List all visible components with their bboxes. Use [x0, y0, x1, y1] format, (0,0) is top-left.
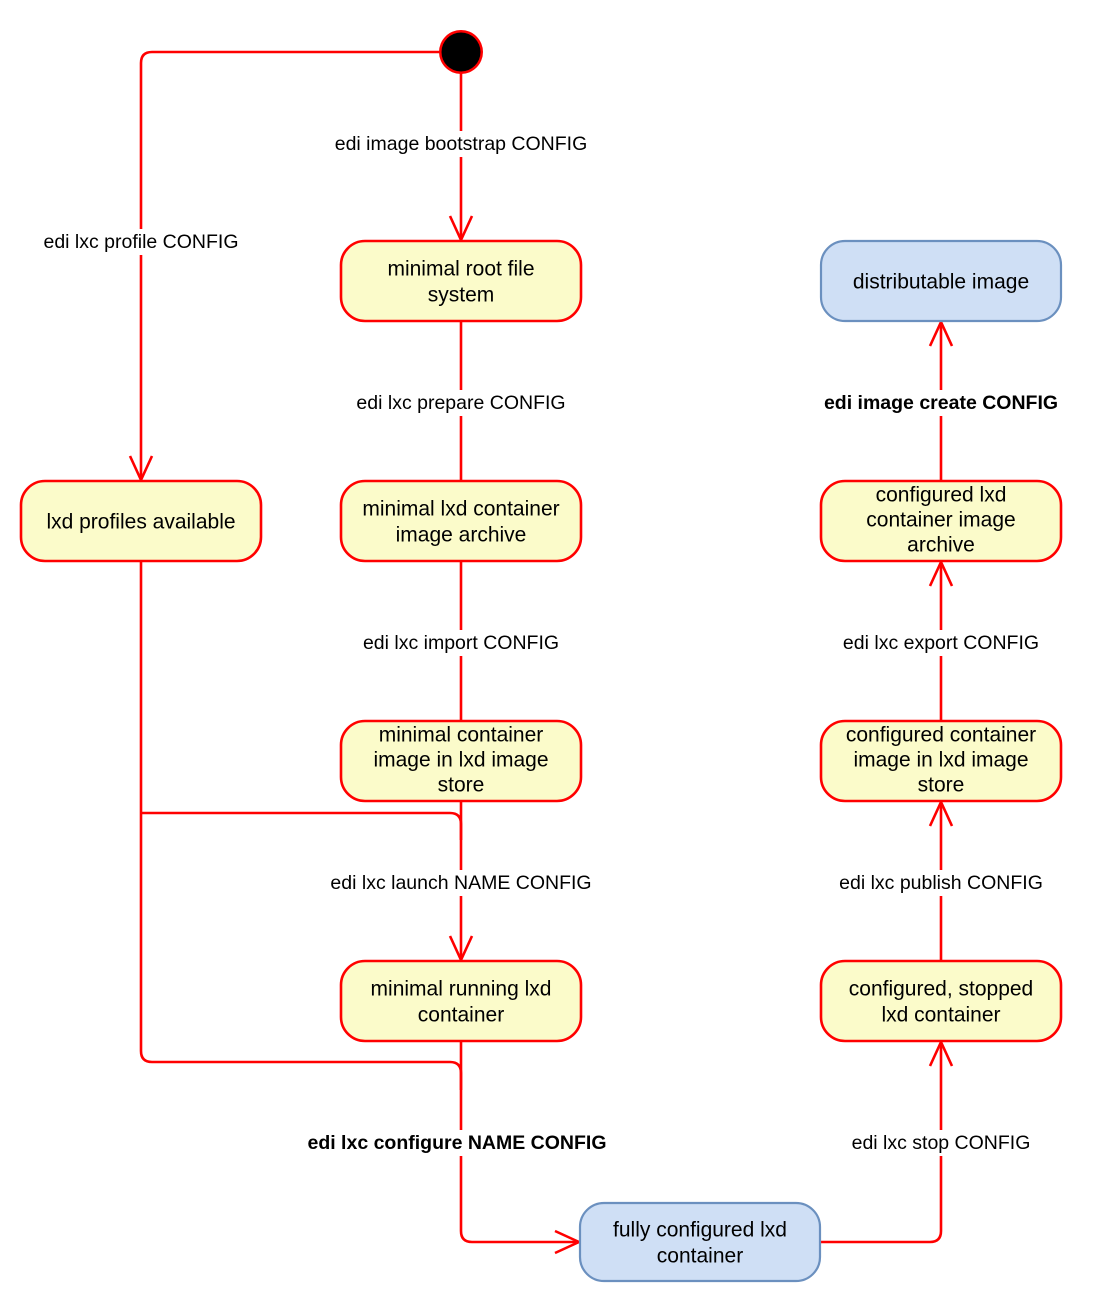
edge-profiles-to-launch-join — [141, 811, 463, 840]
uml-activity-diagram: edi image bootstrap CONFIG edi lxc profi… — [0, 0, 1094, 1302]
node-label-line: container — [657, 1245, 743, 1268]
edge-label-stop: edi lxc stop CONFIG — [852, 1132, 1031, 1154]
node-label-line: configured lxd — [876, 484, 1007, 507]
node-label-line: archive — [907, 534, 975, 557]
node-label-line: minimal root file — [387, 258, 534, 281]
edge-label-import: edi lxc import CONFIG — [363, 632, 559, 654]
diagram-canvas: edi image bootstrap CONFIG edi lxc profi… — [19, 30, 1076, 1283]
node-label-line: store — [918, 774, 965, 797]
edge-label-prepare: edi lxc prepare CONFIG — [356, 392, 565, 414]
node-label-line: lxd profiles available — [46, 511, 235, 534]
node-label-line: store — [438, 774, 485, 797]
node-label-line: minimal lxd container — [362, 498, 559, 521]
edge-label-create: edi image create CONFIG — [824, 392, 1058, 414]
node-configured-stopped-lxd-container[interactable]: configured, stopped lxd container — [819, 959, 1063, 1043]
start-node[interactable] — [439, 30, 483, 74]
node-configured-container-image-in-lxd-image-store[interactable]: configured container image in lxd image … — [819, 719, 1063, 803]
node-label-line: configured container — [846, 724, 1036, 747]
node-label-line: fully configured lxd — [613, 1219, 787, 1242]
node-label-line: image archive — [396, 524, 527, 547]
node-minimal-root-fs[interactable]: minimal root file system — [339, 239, 583, 323]
edge-label-export: edi lxc export CONFIG — [843, 632, 1039, 654]
node-label-line: minimal container — [379, 724, 544, 747]
node-fully-configured-lxd-container[interactable]: fully configured lxd container — [578, 1201, 822, 1283]
node-label-line: configured, stopped — [849, 978, 1033, 1001]
node-label-line: image in lxd image — [373, 749, 548, 772]
node-label-line: lxd container — [881, 1004, 1000, 1027]
node-distributable-image[interactable]: distributable image — [819, 239, 1063, 323]
node-label-line: distributable image — [853, 271, 1029, 294]
node-label-line: container — [418, 1004, 504, 1027]
node-minimal-container-image-in-lxd-image-store[interactable]: minimal container image in lxd image sto… — [339, 719, 583, 803]
node-label-line: image in lxd image — [853, 749, 1028, 772]
node-configured-lxd-container-image-archive[interactable]: configured lxd container image archive — [819, 479, 1063, 563]
node-label-line: system — [428, 284, 495, 307]
node-minimal-running-lxd-container[interactable]: minimal running lxd container — [339, 959, 583, 1043]
node-label-line: minimal running lxd — [371, 978, 552, 1001]
edge-label-profile: edi lxc profile CONFIG — [43, 231, 238, 253]
node-lxd-profiles-available[interactable]: lxd profiles available — [19, 479, 263, 563]
edge-label-publish: edi lxc publish CONFIG — [839, 872, 1043, 894]
node-minimal-lxd-container-image-archive[interactable]: minimal lxd container image archive — [339, 479, 583, 563]
edge-label-bootstrap: edi image bootstrap CONFIG — [335, 133, 588, 155]
edge-label-configure: edi lxc configure NAME CONFIG — [307, 1132, 606, 1154]
node-label-line: container image — [866, 509, 1015, 532]
edge-label-launch: edi lxc launch NAME CONFIG — [330, 872, 591, 894]
